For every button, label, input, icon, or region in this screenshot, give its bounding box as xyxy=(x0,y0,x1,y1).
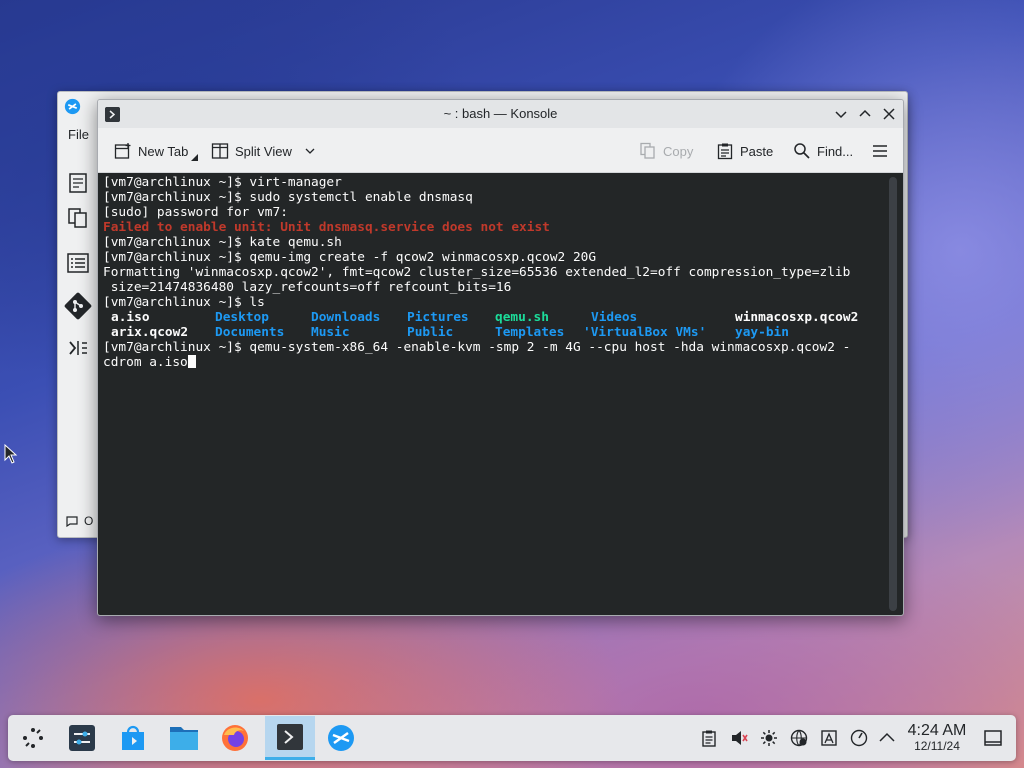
menu-file[interactable]: File xyxy=(68,127,89,142)
paste-button[interactable]: Paste xyxy=(716,139,773,163)
message-icon xyxy=(66,515,78,527)
ls-entry: Videos xyxy=(591,310,638,325)
ls-entry: Pictures xyxy=(407,310,469,325)
terminal-error-line: Failed to enable unit: Unit dnsmasq.serv… xyxy=(103,220,550,235)
ls-entry: yay-bin xyxy=(735,325,789,340)
task-system-settings[interactable] xyxy=(59,716,105,760)
paste-label: Paste xyxy=(740,143,774,159)
terminal-scrollbar[interactable] xyxy=(889,177,897,611)
ls-entry: a.iso xyxy=(111,310,150,325)
virt-manager-icon xyxy=(328,725,354,751)
close-button[interactable] xyxy=(880,105,898,123)
terminal-line: [vm7@archlinux ~]$ qemu-system-x86_64 -e… xyxy=(103,340,851,355)
copy-icon xyxy=(640,142,655,159)
terminal-line: [sudo] password for vm7: xyxy=(103,205,288,220)
ls-output-row: arix.qcow2 Documents Music Public Templa… xyxy=(103,325,883,340)
clock-date: 12/11/24 xyxy=(914,739,960,753)
ls-entry: arix.qcow2 xyxy=(111,325,189,340)
ls-entry: 'VirtualBox VMs' xyxy=(583,325,707,340)
firefox-icon xyxy=(222,725,248,751)
terminal-line: [vm7@archlinux ~]$ kate qemu.sh xyxy=(103,235,342,250)
minimize-button[interactable] xyxy=(832,105,850,123)
chevron-down-icon[interactable] xyxy=(304,145,316,157)
taskbar: 4:24 AM 12/11/24 xyxy=(8,715,1016,761)
ls-entry: Templates xyxy=(495,325,565,340)
split-view-icon xyxy=(211,143,229,159)
show-desktop-icon[interactable] xyxy=(983,728,1003,748)
maximize-button[interactable] xyxy=(856,105,874,123)
new-tab-label: New Tab xyxy=(138,143,189,159)
text-cursor xyxy=(187,355,196,368)
terminal-line: [vm7@archlinux ~]$ virt-manager xyxy=(103,175,342,190)
ls-entry: Public xyxy=(407,325,454,340)
title-bar[interactable]: ~ : bash — Konsole xyxy=(98,100,903,128)
clock-time: 4:24 AM xyxy=(907,722,967,739)
terminal-output: [vm7@archlinux ~]$ virt-manager [vm7@arc… xyxy=(103,175,883,370)
application-launcher-button[interactable] xyxy=(10,716,56,760)
ls-entry: winmacosxp.qcow2 xyxy=(735,310,859,325)
paste-icon xyxy=(717,143,733,160)
application-launcher-icon xyxy=(23,728,43,748)
ls-entry: Downloads xyxy=(311,310,381,325)
task-firefox[interactable] xyxy=(212,716,258,760)
background-status[interactable]: O xyxy=(66,514,93,528)
corner-arrow-icon xyxy=(191,153,199,161)
list-icon[interactable] xyxy=(67,252,89,274)
ls-entry: Desktop xyxy=(215,310,269,325)
virt-manager-app-icon xyxy=(64,98,81,115)
task-discover[interactable] xyxy=(110,716,156,760)
konsole-window[interactable]: ~ : bash — Konsole New Tab Split View Co… xyxy=(97,99,904,616)
terminal-line: Formatting 'winmacosxp.qcow2', fmt=qcow2… xyxy=(103,265,851,280)
terminal-input-line[interactable]: cdrom a.iso xyxy=(103,355,883,370)
task-file-manager[interactable] xyxy=(161,716,207,760)
find-button[interactable]: Find... xyxy=(793,139,853,163)
terminal-line: [vm7@archlinux ~]$ ls xyxy=(103,295,265,310)
digital-clock[interactable]: 4:24 AM 12/11/24 xyxy=(904,722,970,753)
terminal-line: [vm7@archlinux ~]$ sudo systemctl enable… xyxy=(103,190,473,205)
konsole-toolbar: New Tab Split View Copy Paste Find... xyxy=(98,128,903,173)
documents-icon[interactable] xyxy=(67,207,89,229)
updates-icon[interactable] xyxy=(820,729,838,747)
split-view-button[interactable]: Split View xyxy=(211,139,316,163)
status-text: O xyxy=(84,514,94,528)
terminal-line: size=21474836480 lazy_refcounts=off refc… xyxy=(103,280,512,295)
search-icon xyxy=(794,143,810,159)
find-label: Find... xyxy=(817,143,854,159)
new-tab-icon xyxy=(114,143,131,159)
command-text: cdrom a.iso xyxy=(103,355,188,370)
mouse-pointer-icon xyxy=(4,444,18,464)
network-icon[interactable] xyxy=(790,729,808,747)
ls-entry: Documents xyxy=(215,325,285,340)
terminal-icon[interactable] xyxy=(67,337,89,359)
copy-button[interactable]: Copy xyxy=(639,139,693,163)
ls-output-row: a.iso Desktop Downloads Pictures qemu.sh… xyxy=(103,310,883,325)
git-icon[interactable] xyxy=(64,292,92,320)
brightness-icon[interactable] xyxy=(760,729,778,747)
volume-muted-icon[interactable] xyxy=(730,729,748,747)
terminal-line: [vm7@archlinux ~]$ qemu-img create -f qc… xyxy=(103,250,597,265)
konsole-icon xyxy=(277,723,303,750)
file-manager-icon xyxy=(170,727,198,750)
clipboard-icon[interactable] xyxy=(700,729,718,747)
document-icon[interactable] xyxy=(67,172,89,194)
discover-store-icon xyxy=(122,725,144,750)
window-title: ~ : bash — Konsole xyxy=(443,106,558,121)
ls-entry: qemu.sh xyxy=(495,310,549,325)
tray-expand-icon[interactable] xyxy=(878,729,896,747)
terminal-view[interactable]: [vm7@archlinux ~]$ virt-manager [vm7@arc… xyxy=(98,173,903,615)
ls-entry: Music xyxy=(311,325,350,340)
hamburger-menu-button[interactable] xyxy=(871,139,889,163)
new-tab-button[interactable]: New Tab xyxy=(114,139,199,163)
system-settings-icon xyxy=(69,725,95,751)
task-virt-manager[interactable] xyxy=(318,716,364,760)
copy-label: Copy xyxy=(663,143,694,159)
task-konsole[interactable] xyxy=(265,716,315,760)
hamburger-menu-icon xyxy=(873,145,887,157)
split-view-label: Split View xyxy=(235,143,292,159)
power-profile-icon[interactable] xyxy=(850,729,868,747)
